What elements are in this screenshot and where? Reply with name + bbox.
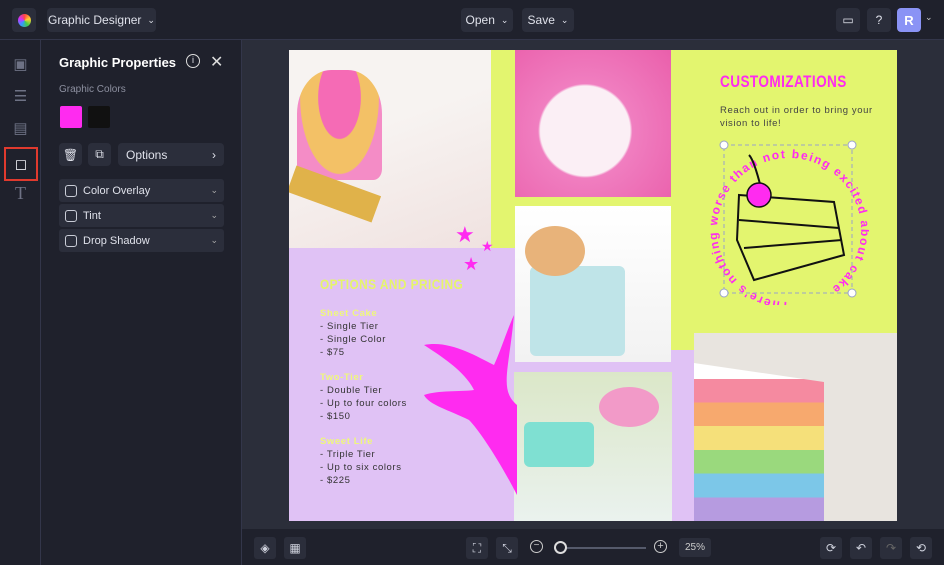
tier-name: Sweet Life [320,436,373,447]
color-overlay-accordion[interactable]: Color Overlay ⌄ [59,179,224,202]
help-button[interactable]: ? [867,8,891,32]
tier-line: - $150 [320,411,351,422]
help-icon: ? [875,13,883,27]
tier-line: - $225 [320,475,351,486]
customizations-text: Reach out in order to bring your vision … [720,105,873,129]
fit-screen-button[interactable]: ⛶ [466,537,488,559]
options-label: Options [126,147,168,162]
zoom-in-icon[interactable]: + [654,540,667,553]
grid-button[interactable]: ▦ [284,537,306,559]
color-swatch-pink[interactable] [60,106,82,128]
bottom-toolbar: ◈ ▦ ⛶ ⤡ − + 25% ⟳ ↶ ↷ ⟲ [242,529,944,565]
options-pricing-title: OPTIONS AND PRICING [320,276,464,292]
tier-line: - Up to four colors [320,398,407,409]
open-button[interactable]: Open ⌄ [461,8,513,32]
tint-checkbox[interactable] [65,209,77,222]
graphic-colors-label: Graphic Colors [59,84,126,95]
info-icon[interactable]: i [186,54,200,68]
accordion-label: Color Overlay [83,184,151,197]
star-small-icon: ★ [463,254,480,274]
graphic-properties-panel: Graphic Properties i ✕ Graphic Colors 🗑 … [41,40,242,565]
customizations-title: CUSTOMIZATIONS [720,72,847,91]
top-bar: Graphic Designer ⌄ Open ⌄ Save ⌄ ▭ ? R ⌄ [0,0,944,40]
tier-name: Two-Tier [320,372,364,383]
delete-button[interactable]: 🗑 [59,143,82,166]
tier-sheet-cake: Sheet Cake - Single Tier - Single Color - $… [320,307,386,359]
flower-cake-photo[interactable] [514,372,672,521]
app-menu-label: Graphic Designer [48,13,142,27]
image-icon[interactable]: ▣ [8,51,33,76]
svg-text:There's nothing worse than not: There's nothing worse than not being exc… [709,147,869,305]
zoom-slider-handle[interactable] [554,541,567,554]
tier-name: Sheet Cake [320,308,378,319]
cake-slice-illustration [735,154,846,282]
rainbow-cake-photo[interactable] [694,333,897,521]
tier-line: - $75 [320,347,345,358]
trash-icon: 🗑 [62,147,79,162]
tier-line: - Triple Tier [320,449,376,460]
drop-shadow-accordion[interactable]: Drop Shadow ⌄ [59,229,224,252]
cake-circle-graphic[interactable]: There's nothing worse than not being exc… [709,130,869,305]
chevron-down-icon: ⌄ [210,210,218,220]
star-small-icon: ★ [455,222,475,247]
tier-line: - Single Color [320,334,386,345]
text-icon[interactable]: T [8,181,33,206]
duplicate-icon: ⧉ [95,147,104,161]
chevron-down-icon[interactable]: ⌄ [925,12,933,23]
accordion-label: Tint [83,209,101,222]
refresh-button[interactable]: ⟳ [820,537,842,559]
adjustments-icon[interactable]: ☰ [8,83,33,108]
circular-text: There's nothing worse than not being exc… [709,147,869,305]
tier-sweet-life: Sweet Life - Triple Tier - Up to six color… [320,435,402,487]
tool-rail: ▣ ☰ ▤ ◻ T [0,40,41,565]
tier-two-tier: Two-Tier - Double Tier - Up to four colors… [320,371,407,423]
app-menu-dropdown[interactable]: Graphic Designer ⌄ [47,8,156,32]
cupcake-photo[interactable] [289,50,491,248]
color-swatch-black[interactable] [88,106,110,128]
options-button[interactable]: Options › [118,143,224,166]
comments-button[interactable]: ▭ [836,8,860,32]
layout-icon[interactable]: ▤ [8,115,33,140]
save-label: Save [527,13,555,27]
chevron-down-icon: ⌄ [210,235,218,245]
open-label: Open [465,13,495,27]
shrink-button[interactable]: ⤡ [496,537,518,559]
donut-cake-photo[interactable] [515,206,671,362]
accordion-label: Drop Shadow [83,234,150,247]
chevron-down-icon: ⌄ [210,185,218,195]
zoom-slider[interactable] [554,547,646,549]
color-overlay-checkbox[interactable] [65,184,77,197]
graphics-icon[interactable]: ◻ [4,147,38,181]
redo-button[interactable]: ↷ [880,537,902,559]
avatar[interactable]: R [897,8,921,32]
comment-icon: ▭ [842,13,854,27]
chevron-down-icon: ⌄ [560,14,569,25]
zoom-out-icon[interactable]: − [530,540,543,553]
star-small-icon: ★ [481,238,494,254]
chevron-down-icon: ⌄ [147,14,155,25]
chevron-down-icon: ⌄ [500,14,509,25]
layers-button[interactable]: ◈ [254,537,276,559]
tier-line: - Single Tier [320,321,379,332]
app-logo[interactable] [12,8,36,32]
panel-title: Graphic Properties [59,55,177,70]
tint-accordion[interactable]: Tint ⌄ [59,204,224,227]
history-button[interactable]: ⟲ [910,537,932,559]
close-icon[interactable]: ✕ [210,52,223,72]
sprinkle-cake-photo[interactable] [515,50,671,197]
save-button[interactable]: Save ⌄ [522,8,574,32]
duplicate-button[interactable]: ⧉ [88,143,111,166]
drop-shadow-checkbox[interactable] [65,234,77,247]
cherry-icon [746,182,772,208]
tier-line: - Double Tier [320,385,383,396]
tier-line: - Up to six colors [320,462,402,473]
undo-button[interactable]: ↶ [850,537,872,559]
design-artboard[interactable]: ★ ★ ★ OPTIONS AND PRICING Sheet Cake - Si… [289,50,897,521]
zoom-level[interactable]: 25% [679,538,711,557]
pink-starburst-graphic[interactable] [419,310,519,500]
chevron-right-icon: › [212,147,216,162]
